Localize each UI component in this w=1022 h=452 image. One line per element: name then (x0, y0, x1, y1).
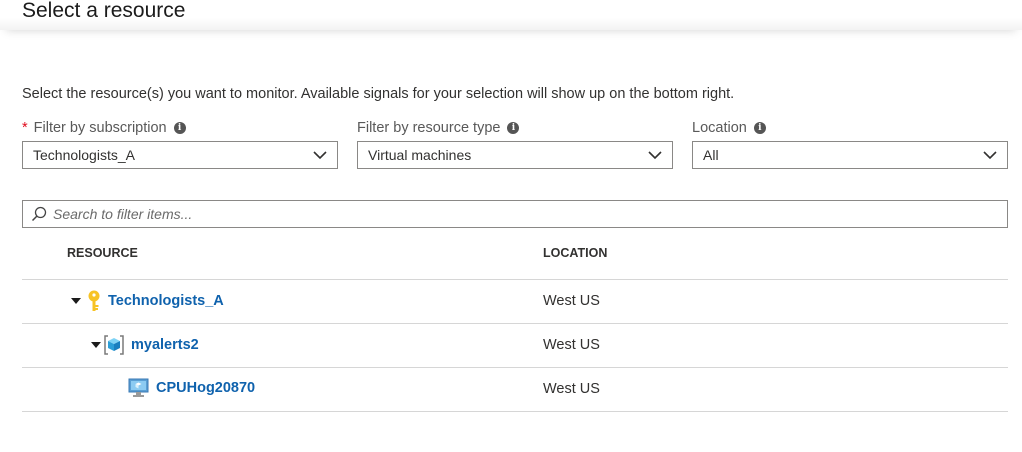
key-icon (88, 290, 100, 311)
location-dropdown[interactable]: All (692, 141, 1008, 169)
location-dropdown-value: All (703, 147, 719, 163)
row-location: West US (543, 293, 600, 309)
expand-caret-icon[interactable] (91, 342, 101, 348)
resource-type-dropdown-value: Virtual machines (368, 147, 472, 163)
column-header-resource[interactable]: RESOURCE (67, 246, 138, 260)
resource-type-filter-label: Filter by resource type i (357, 118, 673, 138)
table-row-virtual-machine[interactable]: CPUHog20870 (128, 378, 255, 398)
chevron-down-icon (313, 150, 327, 159)
location-filter-label: Location i (692, 118, 1008, 138)
instructions-text: Select the resource(s) you want to monit… (22, 86, 735, 102)
divider (22, 279, 1008, 280)
info-icon[interactable]: i (173, 122, 186, 134)
subscription-dropdown-value: Technologists_A (33, 147, 135, 163)
divider (22, 367, 1008, 368)
resource-type-label-text: Filter by resource type (357, 120, 501, 136)
divider (22, 323, 1008, 324)
expand-caret-icon[interactable] (71, 298, 81, 304)
divider (22, 411, 1008, 412)
subscription-dropdown[interactable]: Technologists_A (22, 141, 338, 169)
table-row-resource-group[interactable]: myalerts2 (91, 334, 199, 356)
search-input[interactable]: Search to filter items... (22, 200, 1008, 228)
required-marker: * (22, 120, 28, 136)
subscription-label-text: Filter by subscription (33, 120, 167, 136)
location-filter: Location i All (692, 118, 1008, 169)
info-icon[interactable]: i (753, 122, 766, 134)
resource-type-filter: Filter by resource type i Virtual machin… (357, 118, 673, 169)
subscription-filter: * Filter by subscription i Technologists… (22, 118, 338, 169)
search-placeholder: Search to filter items... (53, 206, 193, 222)
location-label-text: Location (692, 120, 747, 136)
chevron-down-icon (648, 150, 662, 159)
search-icon (31, 206, 47, 222)
resource-link[interactable]: Technologists_A (108, 293, 224, 309)
column-header-location[interactable]: LOCATION (543, 246, 607, 260)
resource-link[interactable]: myalerts2 (131, 337, 199, 353)
chevron-down-icon (983, 150, 997, 159)
resource-group-icon (104, 335, 124, 355)
row-location: West US (543, 381, 600, 397)
row-location: West US (543, 337, 600, 353)
resource-type-dropdown[interactable]: Virtual machines (357, 141, 673, 169)
subscription-filter-label: * Filter by subscription i (22, 118, 338, 138)
resource-link[interactable]: CPUHog20870 (156, 380, 255, 396)
page-title: Select a resource (22, 0, 186, 22)
info-icon[interactable]: i (507, 122, 520, 134)
table-row-subscription[interactable]: Technologists_A (71, 290, 224, 312)
virtual-machine-icon (128, 378, 149, 397)
